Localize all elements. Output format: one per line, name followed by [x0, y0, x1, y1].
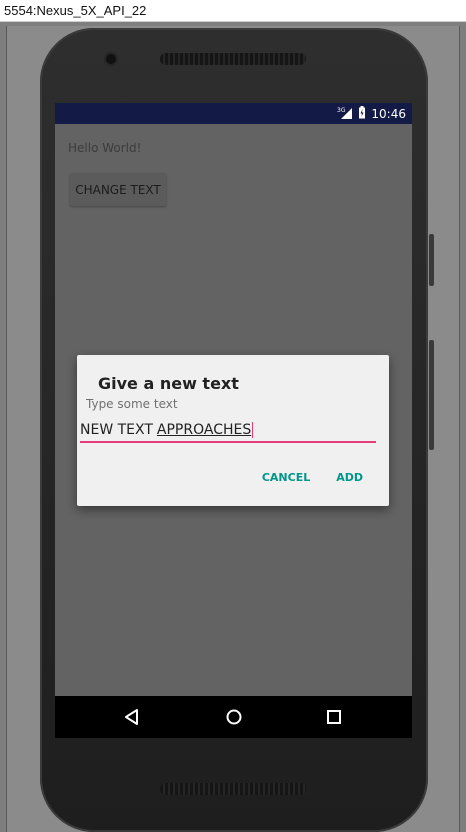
recents-icon[interactable] [324, 707, 344, 727]
navigation-bar [55, 696, 412, 738]
network-type-label: 3G [337, 107, 346, 114]
emulator-title: 5554:Nexus_5X_API_22 [4, 3, 147, 18]
bottom-speaker [160, 783, 306, 795]
status-bar: 3G 10:46 [55, 103, 412, 124]
battery-icon [358, 104, 366, 123]
add-button[interactable]: ADD [336, 471, 363, 484]
home-icon[interactable] [224, 707, 244, 727]
signal-icon: 3G [337, 104, 353, 123]
text-cursor [252, 422, 254, 438]
dialog-actions: CANCEL ADD [262, 471, 363, 484]
app-content: Hello World! CHANGE TEXT Give a new text… [55, 124, 412, 696]
phone-screen: 3G 10:46 Hello World! CHANGE TEXT Give a… [55, 103, 412, 738]
dialog-title: Give a new text [98, 374, 239, 393]
input-text-composing: APPROACHES [156, 422, 252, 438]
new-text-dialog: Give a new text Type some text NEW TEXT … [77, 355, 389, 506]
hello-text: Hello World! [68, 141, 142, 155]
back-icon[interactable] [122, 707, 142, 727]
power-button[interactable] [429, 234, 434, 286]
cancel-button[interactable]: CANCEL [262, 471, 310, 484]
status-icons: 3G 10:46 [337, 106, 406, 121]
status-time: 10:46 [371, 106, 406, 121]
change-text-button[interactable]: CHANGE TEXT [70, 173, 166, 206]
input-text-plain: NEW TEXT [80, 422, 153, 438]
emulator-titlebar: 5554:Nexus_5X_API_22 [0, 0, 466, 22]
volume-button[interactable] [429, 340, 434, 450]
new-text-input[interactable]: NEW TEXT APPROACHES [80, 419, 376, 443]
front-camera [106, 54, 116, 64]
top-speaker [160, 53, 306, 65]
dialog-hint-label: Type some text [86, 397, 178, 411]
